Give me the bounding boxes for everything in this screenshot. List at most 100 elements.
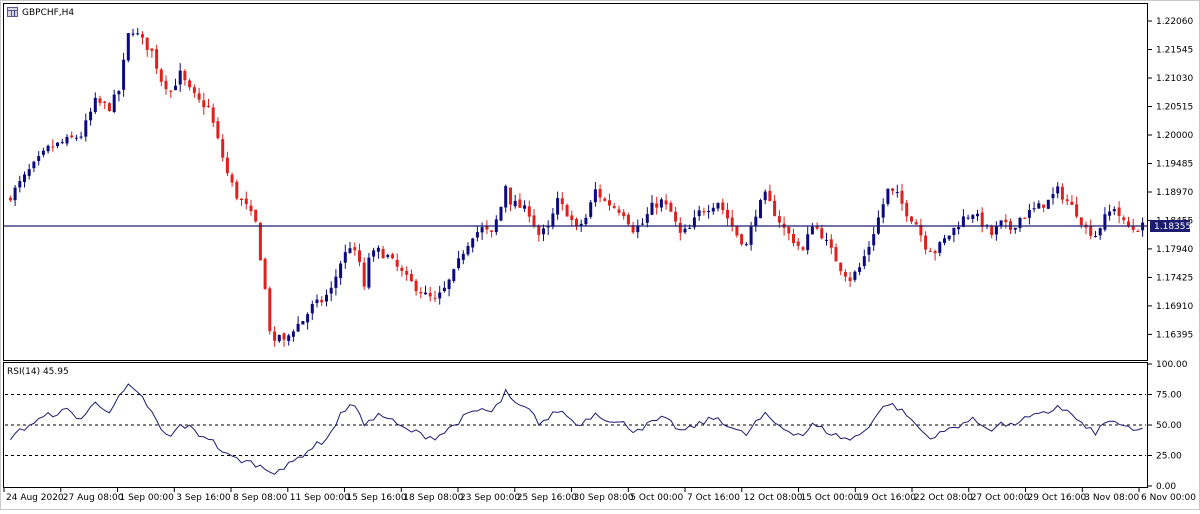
candle bbox=[235, 179, 239, 201]
candle-body bbox=[910, 216, 913, 222]
price-tick-label: 1.22060 bbox=[1156, 17, 1193, 27]
chart-title: GBPCHF,H4 bbox=[22, 8, 74, 18]
time-tick-label: 5 Oct 00:00 bbox=[630, 493, 683, 503]
time-tick-label: 3 Sep 16:00 bbox=[176, 493, 231, 503]
time-tick-label: 15 Oct 00:00 bbox=[801, 493, 860, 503]
time-tick-label: 6 Nov 00:00 bbox=[1141, 493, 1196, 503]
candle-body bbox=[721, 202, 725, 211]
candle-body bbox=[107, 103, 111, 112]
candle-body bbox=[1056, 186, 1060, 194]
candle-body bbox=[376, 247, 380, 252]
candle-body bbox=[325, 294, 328, 302]
candle-body bbox=[617, 209, 621, 213]
candle-body bbox=[744, 244, 748, 246]
candle-body bbox=[707, 210, 711, 213]
candle-body bbox=[1037, 203, 1041, 209]
candle-body bbox=[400, 267, 404, 271]
time-tick-label: 19 Oct 16:00 bbox=[857, 493, 916, 503]
candle-body bbox=[230, 174, 234, 183]
candle-body bbox=[159, 69, 163, 82]
candle-body bbox=[957, 227, 961, 230]
candle-body bbox=[1060, 186, 1064, 200]
candle-body bbox=[839, 262, 843, 272]
candle-body bbox=[669, 202, 673, 212]
price-tick-label: 1.17425 bbox=[1156, 273, 1193, 283]
candle-body bbox=[296, 323, 300, 332]
candle-body bbox=[1023, 217, 1027, 219]
candle-body bbox=[575, 219, 578, 226]
price-tick-label: 1.16910 bbox=[1156, 302, 1193, 312]
candle-body bbox=[188, 80, 192, 88]
candle-body bbox=[773, 200, 777, 216]
candle-body bbox=[759, 200, 762, 219]
price-panel-frame[interactable] bbox=[3, 3, 1148, 361]
candle bbox=[565, 203, 569, 217]
candle-body bbox=[37, 156, 41, 161]
candle-body bbox=[626, 214, 630, 225]
price-tick-label: 1.19485 bbox=[1156, 160, 1193, 170]
candle-body bbox=[928, 250, 932, 252]
candle-body bbox=[60, 142, 64, 144]
candle-body bbox=[787, 227, 791, 234]
candle-body bbox=[51, 146, 55, 148]
candle-body bbox=[23, 174, 26, 182]
price-tick-label: 1.21030 bbox=[1156, 74, 1193, 84]
candle-body bbox=[480, 227, 484, 233]
candle-body bbox=[46, 145, 50, 152]
candle-body bbox=[424, 292, 427, 295]
candle-body bbox=[334, 276, 338, 288]
candle-body bbox=[641, 223, 644, 225]
candle-body bbox=[735, 226, 739, 236]
rsi-axis: 100.00 75.00 50.00 25.00 0.00 bbox=[1148, 360, 1188, 492]
candle-body bbox=[339, 263, 343, 278]
candle bbox=[759, 198, 762, 219]
time-tick-label: 12 Oct 08:00 bbox=[744, 493, 803, 503]
chart-canvas[interactable]: GBPCHF,H4 RSI(14) 45.95 1.220601.215451.… bbox=[0, 0, 1200, 510]
candle-body bbox=[282, 333, 286, 340]
candle-body bbox=[41, 150, 45, 155]
candle-body bbox=[1136, 231, 1140, 232]
candle-body bbox=[315, 299, 319, 303]
candle-body bbox=[848, 277, 852, 282]
candle bbox=[258, 222, 262, 261]
candle-body bbox=[103, 101, 107, 103]
candle-body bbox=[122, 59, 126, 90]
candle-body bbox=[32, 161, 36, 169]
time-tick-label: 7 Oct 16:00 bbox=[687, 493, 740, 503]
candle-body bbox=[117, 91, 121, 95]
candle-body bbox=[287, 335, 291, 341]
candle-body bbox=[589, 202, 593, 217]
candle-body bbox=[419, 292, 423, 294]
candle-body bbox=[994, 226, 998, 235]
candle-body bbox=[820, 228, 824, 239]
candle-body bbox=[211, 107, 215, 123]
time-axis: 24 Aug 2020 27 Aug 08:001 Sep 00:00 3 Sep … bbox=[3, 488, 1196, 503]
candle-body bbox=[1070, 201, 1074, 205]
candle-body bbox=[202, 100, 206, 108]
price-tick-label: 1.21545 bbox=[1156, 46, 1193, 56]
candle-body bbox=[1032, 208, 1036, 210]
candle-body bbox=[197, 93, 201, 100]
candle-body bbox=[796, 241, 800, 246]
candle-body bbox=[348, 248, 352, 253]
time-tick-label: 22 Oct 08:00 bbox=[914, 493, 973, 503]
candle-body bbox=[178, 70, 182, 85]
candle-body bbox=[1027, 210, 1031, 218]
candle-body bbox=[461, 253, 465, 260]
candle-body bbox=[622, 212, 626, 217]
candle bbox=[740, 233, 744, 247]
candle-body bbox=[1004, 219, 1008, 223]
candle-body bbox=[513, 200, 517, 207]
candle-body bbox=[881, 204, 885, 218]
chart-window: GBPCHF,H4 RSI(14) 45.95 1.22060 1.21545 1.… bbox=[0, 0, 1200, 510]
chart-window-icon bbox=[7, 7, 18, 17]
candle-body bbox=[527, 206, 531, 217]
candle-body bbox=[174, 85, 177, 91]
candle bbox=[268, 286, 272, 335]
price-tick-label: 1.20000 bbox=[1156, 131, 1193, 141]
candle-body bbox=[249, 205, 253, 212]
candle-body bbox=[763, 191, 767, 201]
candle-body bbox=[749, 226, 753, 245]
candle-body bbox=[136, 33, 140, 35]
candle-body bbox=[834, 247, 838, 262]
